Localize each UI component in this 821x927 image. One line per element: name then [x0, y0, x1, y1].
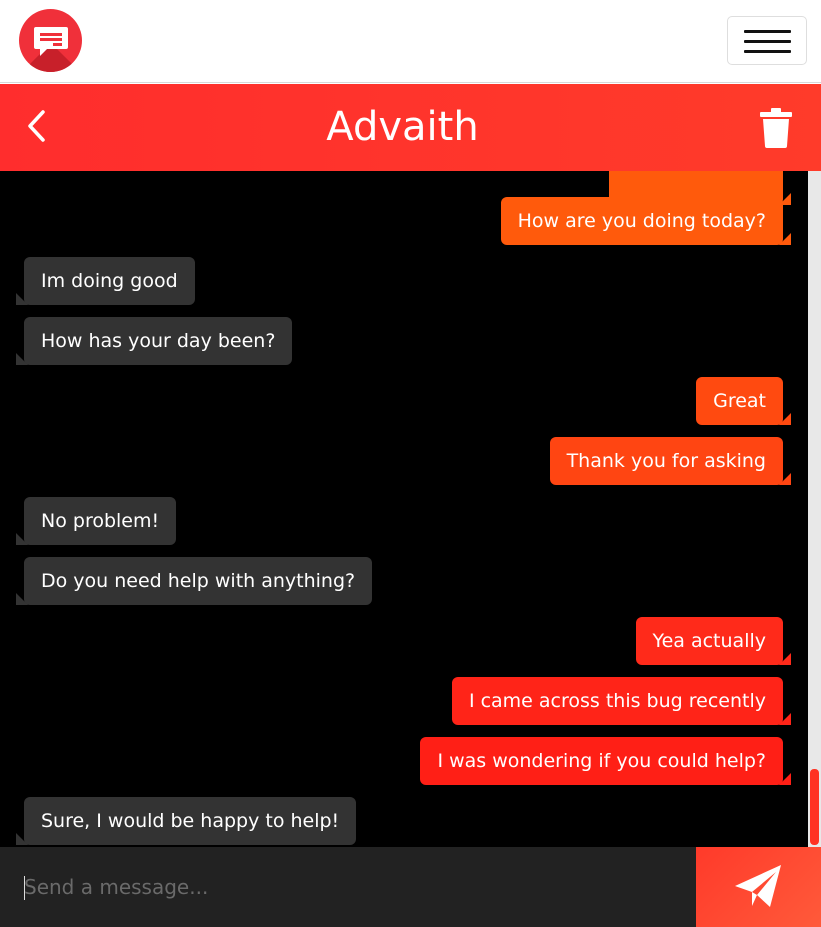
top-navbar — [0, 0, 821, 83]
chat-bubble-icon[interactable] — [19, 9, 82, 72]
message-list[interactable]: How are you doing today? Im doing good H… — [0, 171, 808, 847]
scrollbar[interactable] — [808, 171, 821, 847]
paper-plane-icon — [735, 865, 781, 907]
scrollbar-thumb[interactable] — [810, 769, 819, 845]
trash-icon — [760, 108, 792, 148]
delete-chat-button[interactable] — [759, 108, 793, 148]
chat-title: Advaith — [326, 104, 479, 150]
message-bubble-incoming: No problem! — [15, 497, 177, 545]
message-bubble-outgoing: I was wondering if you could help? — [420, 737, 791, 785]
message-bubble-outgoing: Yea actually — [635, 617, 792, 665]
message-bubble-incoming: Do you need help with anything? — [15, 557, 373, 605]
message-bubble-incoming: Sure, I would be happy to help! — [15, 797, 357, 845]
text-caret — [24, 876, 25, 900]
message-input[interactable] — [0, 847, 696, 927]
hamburger-menu-button[interactable] — [727, 16, 807, 65]
message-bubble-outgoing: Great — [696, 377, 791, 425]
hamburger-line — [744, 50, 791, 53]
chat-header: Advaith — [0, 84, 821, 171]
hamburger-line — [744, 40, 791, 43]
message-bubble-outgoing: Thank you for asking — [549, 437, 792, 485]
message-bubble-incoming: How has your day been? — [15, 317, 293, 365]
hamburger-menu-icon — [744, 30, 791, 33]
message-bubble-incoming: Im doing good — [16, 257, 195, 305]
send-button[interactable] — [696, 847, 821, 927]
message-bubble-outgoing: How are you doing today? — [500, 197, 792, 245]
message-bubble-outgoing: I came across this bug recently — [451, 677, 792, 725]
